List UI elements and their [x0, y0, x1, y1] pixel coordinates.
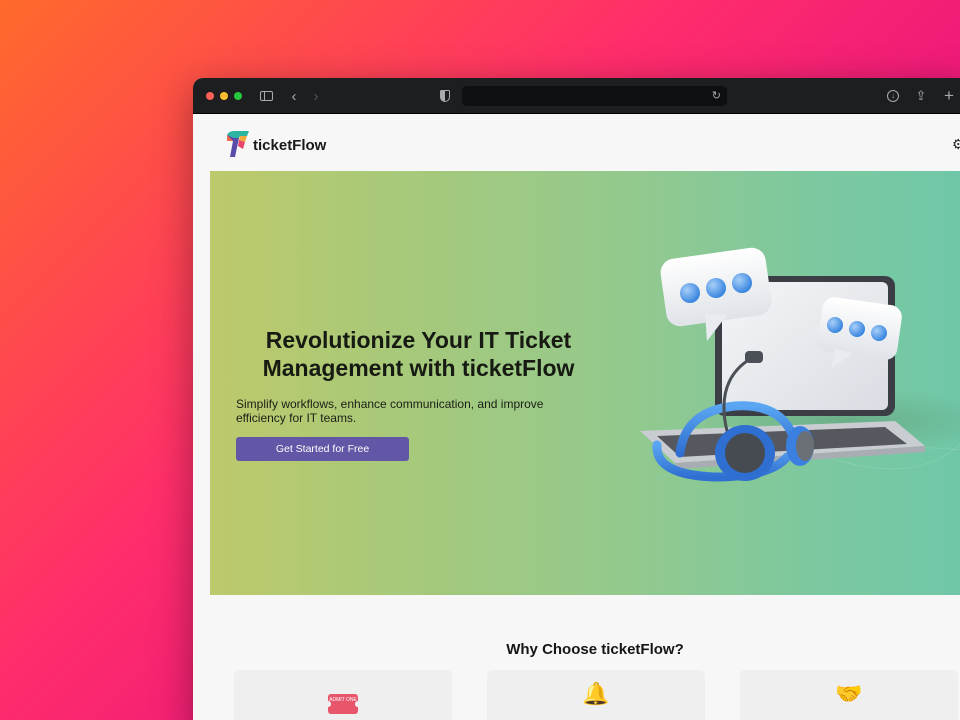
- feature-card: ADMIT ONE: [234, 670, 452, 720]
- ticket-icon: ADMIT ONE: [234, 682, 452, 714]
- handshake-icon: 🤝: [835, 681, 863, 706]
- feature-card: 🤝: [740, 670, 958, 720]
- hero-title: Revolutionize Your IT Ticket Management …: [262, 327, 575, 381]
- minimize-window-button[interactable]: [220, 91, 228, 100]
- browser-titlebar: ‹ › ↻ ↓ ⇪ +: [193, 78, 960, 114]
- laptop-headset-illustration: [640, 247, 960, 482]
- brand-name: ticketFlow: [253, 136, 327, 154]
- address-bar[interactable]: ↻: [462, 86, 727, 106]
- settings-icon[interactable]: ⚙: [952, 136, 960, 153]
- privacy-shield-icon[interactable]: [438, 78, 452, 114]
- feature-card: 🔔: [487, 670, 705, 720]
- hero-subtitle: Simplify workflows, enhance communicatio…: [236, 397, 544, 425]
- sidebar-toggle-icon[interactable]: [258, 78, 274, 114]
- brand-logo[interactable]: ticketFlow: [225, 129, 326, 159]
- hero-section: Revolutionize Your IT Ticket Management …: [210, 171, 960, 595]
- chevron-right-icon[interactable]: ›: [310, 78, 322, 114]
- browser-window: ‹ › ↻ ↓ ⇪ + ticketFlow ⚙ Revolutionize Y…: [193, 78, 960, 720]
- bell-icon: 🔔: [582, 681, 610, 706]
- maximize-window-button[interactable]: [234, 91, 242, 100]
- share-icon[interactable]: ⇪: [913, 78, 929, 114]
- chevron-left-icon[interactable]: ‹: [288, 78, 300, 114]
- reload-icon[interactable]: ↻: [712, 89, 721, 102]
- close-window-button[interactable]: [206, 91, 214, 100]
- get-started-button[interactable]: Get Started for Free: [236, 437, 409, 461]
- window-controls: [206, 91, 242, 100]
- features-title: Why Choose ticketFlow?: [506, 641, 684, 658]
- web-page: ticketFlow ⚙ Revolutionize Your IT Ticke…: [193, 114, 960, 720]
- download-icon[interactable]: ↓: [885, 78, 901, 114]
- new-tab-icon[interactable]: +: [941, 78, 957, 114]
- site-header: ticketFlow ⚙: [193, 114, 960, 171]
- ticketflow-logo-icon: [227, 131, 249, 157]
